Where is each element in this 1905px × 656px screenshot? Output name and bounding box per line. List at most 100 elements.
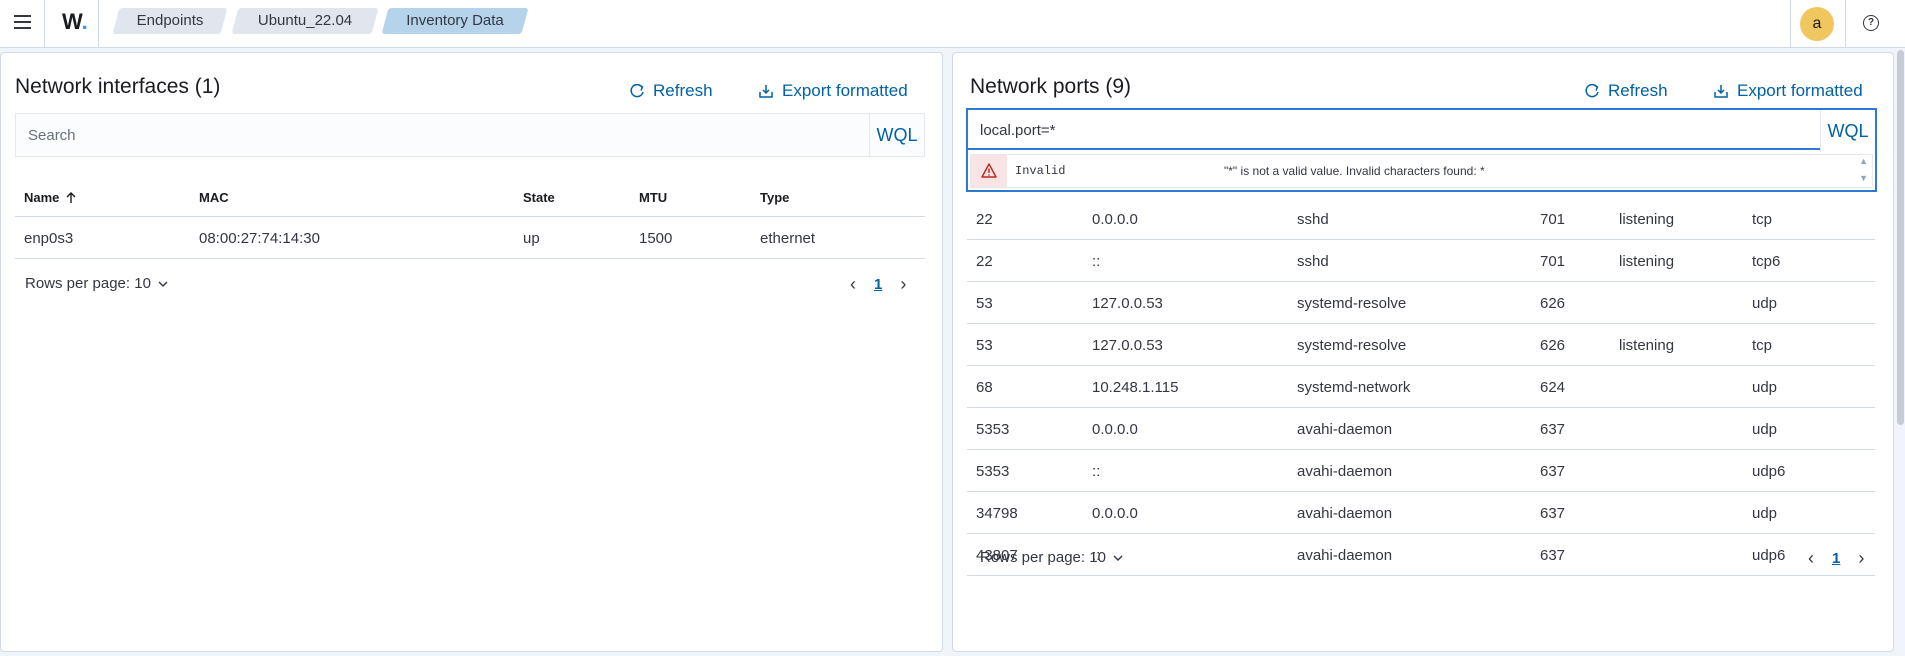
cell-mtu: 1500 xyxy=(639,230,673,247)
rows-per-page-selector[interactable]: Rows per page: 10 xyxy=(980,549,1123,566)
logo[interactable]: W. xyxy=(62,9,88,35)
export-formatted-button[interactable]: Export formatted xyxy=(1713,81,1863,101)
cell-process: systemd-network xyxy=(1297,379,1411,396)
cell-pid: 637 xyxy=(1540,505,1566,522)
cell-local-port: 34798 xyxy=(976,505,1018,522)
column-header-name[interactable]: Name xyxy=(24,190,77,205)
search-input[interactable] xyxy=(16,114,869,156)
column-header-mtu[interactable]: MTU xyxy=(639,190,667,205)
cell-local-port: 5353 xyxy=(976,463,1010,480)
help-icon[interactable]: ? xyxy=(1863,15,1879,31)
cell-protocol: tcp6 xyxy=(1752,253,1781,270)
export-icon xyxy=(759,85,773,98)
sort-up-icon xyxy=(66,191,76,203)
table-header: Name MAC State MTU Type xyxy=(15,175,925,217)
search-input[interactable] xyxy=(968,112,1820,150)
column-header-mac[interactable]: MAC xyxy=(199,190,229,205)
cell-local-ip: :: xyxy=(1092,253,1101,270)
page-scrollbar[interactable] xyxy=(1897,50,1904,425)
error-label: Invalid xyxy=(1015,164,1066,178)
table-row: 22:: sshd 701 listening tcp6 xyxy=(967,240,1875,282)
cell-local-ip: 127.0.0.53 xyxy=(1092,295,1163,312)
table-row: 22 0.0.0.0 sshd 701 listening tcp xyxy=(967,198,1875,240)
refresh-icon xyxy=(630,83,644,98)
cell-process: avahi-daemon xyxy=(1297,463,1393,480)
table-row: enp0s3 08:00:27:74:14:30 up 1500 etherne… xyxy=(15,217,925,259)
cell-local-ip: 0.0.0.0 xyxy=(1092,211,1138,228)
cell-protocol: tcp xyxy=(1752,211,1773,228)
cell-state: listening xyxy=(1619,337,1675,354)
cell-protocol: tcp xyxy=(1752,337,1773,354)
table-row: 53 127.0.0.53 systemd-resolve 626 udp xyxy=(967,282,1875,324)
cell-protocol: udp xyxy=(1752,421,1778,438)
scroll-up-icon[interactable]: ▲ xyxy=(1859,156,1868,166)
menu-icon[interactable] xyxy=(12,12,32,32)
cell-pid: 701 xyxy=(1540,211,1566,228)
breadcrumb-inventory-data: Inventory Data xyxy=(385,8,525,34)
wql-button[interactable]: WQL xyxy=(1820,110,1875,152)
cell-type: ethernet xyxy=(760,230,816,247)
next-page-icon[interactable]: › xyxy=(1858,548,1864,569)
cell-local-ip: 10.248.1.115 xyxy=(1092,379,1179,396)
cell-local-ip: :: xyxy=(1092,463,1101,480)
prev-page-icon[interactable]: ‹ xyxy=(1808,548,1814,569)
cell-local-port: 53 xyxy=(976,295,993,312)
cell-protocol: udp6 xyxy=(1752,547,1786,564)
cell-pid: 701 xyxy=(1540,253,1566,270)
panel-title: Network ports (9) xyxy=(970,75,1132,98)
cell-process: avahi-daemon xyxy=(1297,421,1393,438)
cell-pid: 637 xyxy=(1540,547,1566,564)
panel-title: Network interfaces (1) xyxy=(15,75,221,98)
rows-per-page-selector[interactable]: Rows per page: 10 xyxy=(25,275,168,292)
cell-local-port: 22 xyxy=(976,253,993,270)
chevron-down-icon xyxy=(1113,555,1123,561)
pagination: ‹ 1 › xyxy=(850,274,906,295)
export-icon xyxy=(1714,85,1728,98)
scroll-down-icon[interactable]: ▼ xyxy=(1859,173,1868,183)
search-bar: WQL xyxy=(15,113,925,157)
network-interfaces-panel: Network interfaces (1) Refresh Export fo… xyxy=(0,52,943,652)
cell-name: enp0s3 xyxy=(24,230,74,247)
header-divider xyxy=(98,0,99,48)
cell-pid: 626 xyxy=(1540,295,1566,312)
refresh-icon xyxy=(1585,83,1599,98)
breadcrumb-agent[interactable]: Ubuntu_22.04 xyxy=(235,8,375,34)
cell-mac: 08:00:27:74:14:30 xyxy=(199,230,320,247)
breadcrumb-endpoints[interactable]: Endpoints xyxy=(116,8,224,34)
column-header-type[interactable]: Type xyxy=(760,190,789,205)
top-header: W. Endpoints Ubuntu_22.04 Inventory Data… xyxy=(0,0,1905,48)
table-row: 34798 0.0.0.0 avahi-daemon 637 udp xyxy=(967,492,1875,534)
cell-state: up xyxy=(523,230,540,247)
cell-process: systemd-resolve xyxy=(1297,295,1407,312)
column-header-state[interactable]: State xyxy=(523,190,555,205)
cell-local-port: 53 xyxy=(976,337,993,354)
header-divider xyxy=(44,0,45,48)
cell-local-ip: 0.0.0.0 xyxy=(1092,421,1138,438)
error-message: "*" is not a valid value. Invalid charac… xyxy=(1224,164,1485,178)
next-page-icon[interactable]: › xyxy=(900,274,906,295)
cell-pid: 626 xyxy=(1540,337,1566,354)
network-ports-panel: Network ports (9) Refresh Export formatt… xyxy=(952,52,1894,652)
page-number[interactable]: 1 xyxy=(1832,550,1840,567)
prev-page-icon[interactable]: ‹ xyxy=(850,274,856,295)
cell-local-port: 5353 xyxy=(976,421,1010,438)
cell-process: avahi-daemon xyxy=(1297,505,1393,522)
cell-pid: 637 xyxy=(1540,463,1566,480)
cell-local-ip: 0.0.0.0 xyxy=(1092,505,1138,522)
cell-local-port: 22 xyxy=(976,211,993,228)
refresh-button[interactable]: Refresh xyxy=(1584,81,1668,101)
search-bar: WQL Invalid "*" is not a valid value. In… xyxy=(966,108,1877,192)
user-avatar[interactable]: a xyxy=(1800,7,1834,41)
cell-process: sshd xyxy=(1297,253,1329,270)
wql-button[interactable]: WQL xyxy=(869,114,924,156)
cell-protocol: udp6 xyxy=(1752,463,1786,480)
refresh-button[interactable]: Refresh xyxy=(629,81,713,101)
page-number[interactable]: 1 xyxy=(874,276,882,293)
table-row: 5353:: avahi-daemon 637 udp6 xyxy=(967,450,1875,492)
cell-process: sshd xyxy=(1297,211,1329,228)
header-divider xyxy=(1845,0,1846,48)
table-row: 5353 0.0.0.0 avahi-daemon 637 udp xyxy=(967,408,1875,450)
alert-icon xyxy=(971,155,1007,187)
export-formatted-button[interactable]: Export formatted xyxy=(758,81,908,101)
cell-process: systemd-resolve xyxy=(1297,337,1407,354)
